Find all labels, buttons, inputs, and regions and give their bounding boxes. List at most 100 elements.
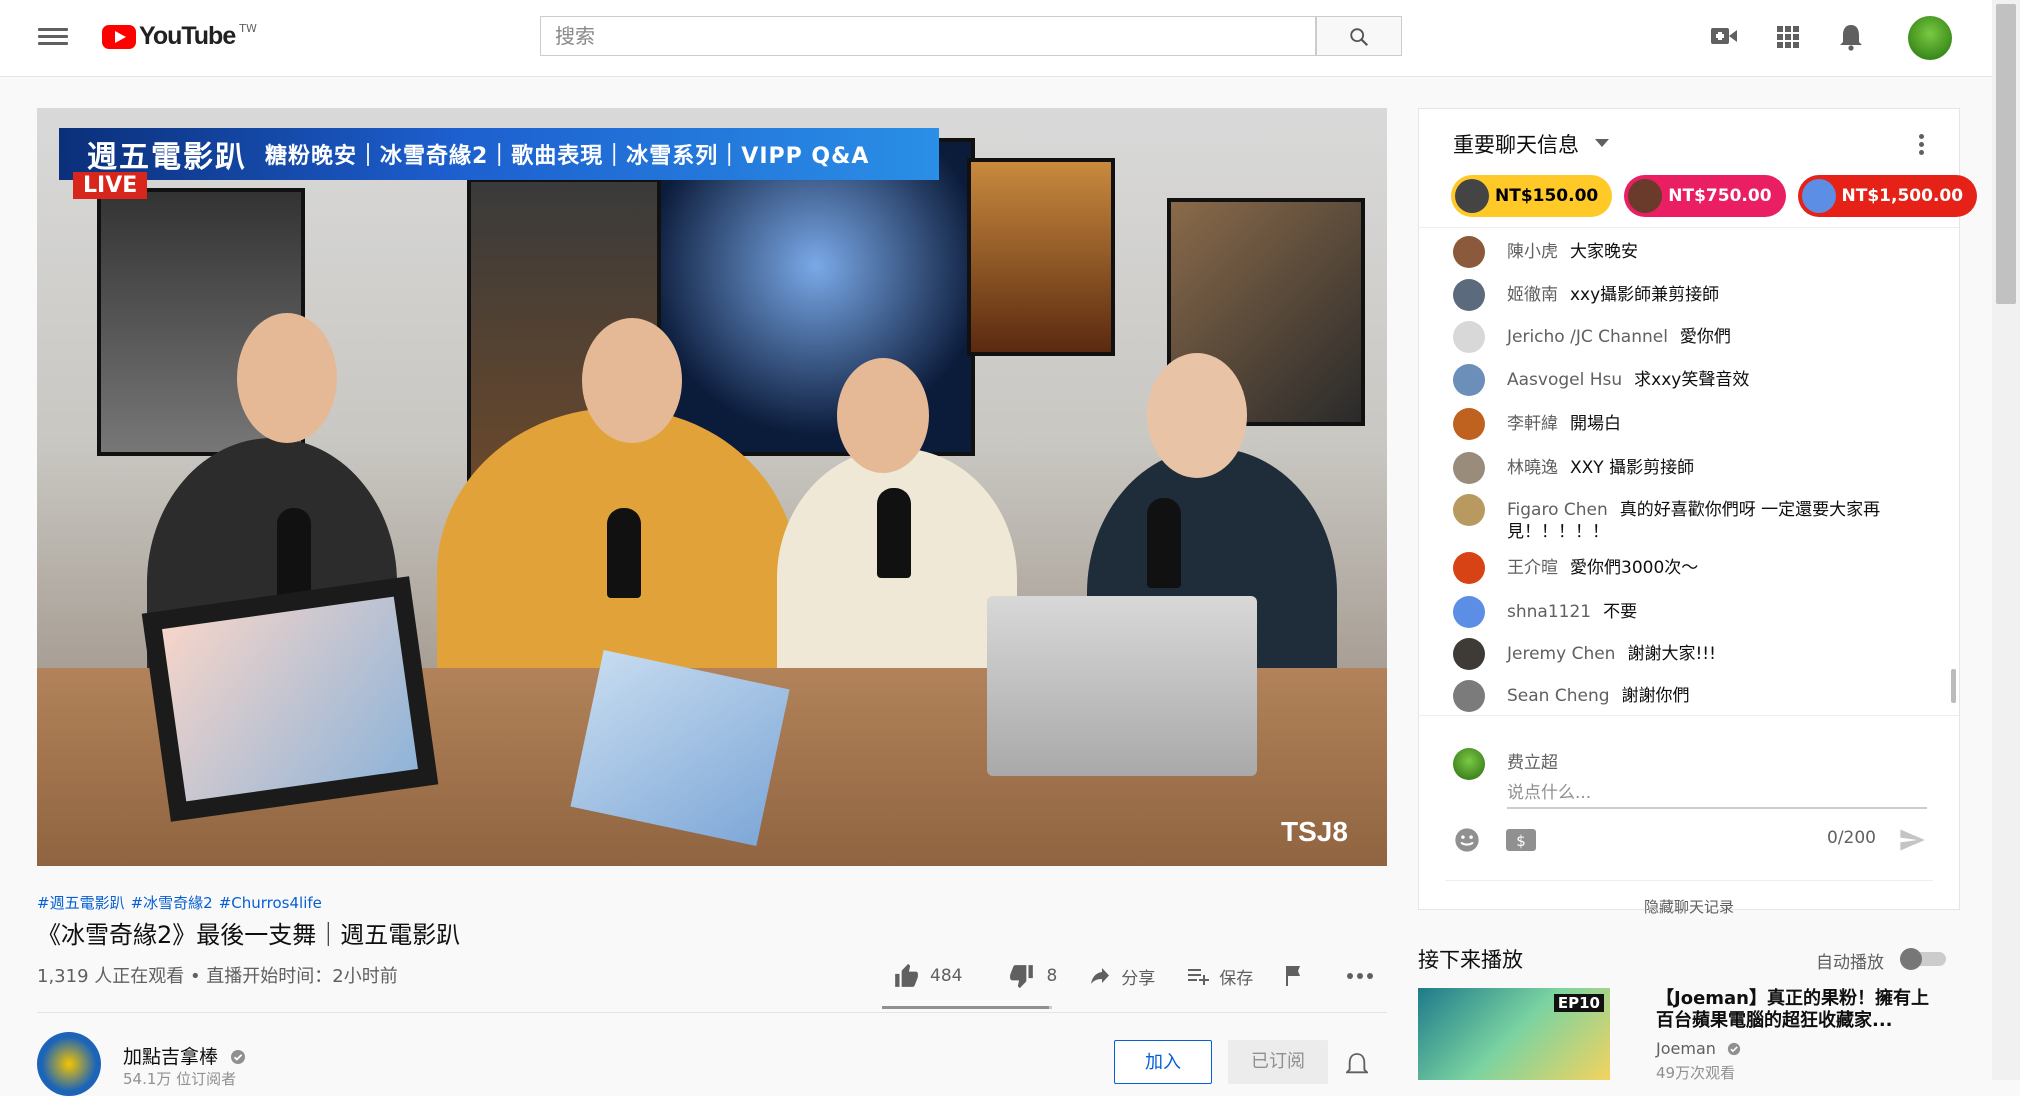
laptop <box>987 596 1257 776</box>
send-icon[interactable] <box>1897 826 1927 854</box>
emoji-icon[interactable] <box>1453 826 1481 854</box>
chat-author[interactable]: shna1121 <box>1507 602 1591 622</box>
wall-poster <box>967 158 1115 356</box>
my-avatar <box>1453 748 1485 780</box>
more-actions-icon[interactable] <box>1347 972 1374 980</box>
save-label: 保存 <box>1219 968 1254 989</box>
show-banner: 週五電影趴 糖粉晚安｜冰雪奇緣2｜歌曲表現｜冰雪系列｜VIPP Q&A <box>59 128 939 180</box>
channel-name[interactable]: 加點吉拿棒 <box>123 1042 246 1069</box>
avatar[interactable] <box>1453 638 1485 670</box>
thumbs-down-icon <box>1010 965 1034 989</box>
avatar <box>1628 179 1663 213</box>
avatar[interactable] <box>1453 279 1485 311</box>
chat-message: 姬徹南 xxy攝影師兼剪接師 <box>1453 279 1913 311</box>
video-player[interactable]: 週五電影趴 糖粉晚安｜冰雪奇緣2｜歌曲表現｜冰雪系列｜VIPP Q&A LIVE… <box>37 108 1387 866</box>
search-button[interactable] <box>1316 16 1402 56</box>
superchat-chip[interactable]: NT$1,500.00 <box>1797 175 1978 217</box>
chat-text: 謝謝你們 <box>1621 686 1690 706</box>
up-next-title[interactable]: 【Joeman】真正的果粉！擁有上百台蘋果電腦的超狂收藏家... <box>1656 988 1946 1032</box>
account-avatar[interactable] <box>1908 16 1952 60</box>
search-input[interactable]: 搜索 <box>540 16 1316 56</box>
create-video-icon[interactable] <box>1710 24 1738 48</box>
subscriber-count: 54.1万 位订阅者 <box>123 1070 237 1088</box>
region-label: TW <box>239 22 257 35</box>
hashtag-link[interactable]: #Churros4life <box>219 894 322 912</box>
action-bar: 484 8 分享 保存 <box>892 960 1374 992</box>
avatar[interactable] <box>1453 452 1485 484</box>
up-next-thumbnail[interactable]: EP10 <box>1418 988 1610 1080</box>
logo-text: YouTube <box>139 22 236 50</box>
chat-input[interactable]: 说点什么... <box>1507 778 1927 809</box>
up-next-channel[interactable]: Joeman <box>1656 1039 1741 1058</box>
page-scrollbar[interactable] <box>1996 4 2016 304</box>
join-button[interactable]: 加入 <box>1114 1040 1212 1084</box>
microphone <box>1147 498 1181 588</box>
chat-text: 愛你們 <box>1679 327 1731 347</box>
chat-author[interactable]: Aasvogel Hsu <box>1507 370 1622 390</box>
chat-author[interactable]: 李軒緯 <box>1507 414 1558 434</box>
more-options-icon[interactable] <box>1919 131 1924 158</box>
subscribed-button[interactable]: 已订阅 <box>1228 1040 1328 1084</box>
video-title: 《冰雪奇緣2》最後一支舞｜週五電影趴 <box>37 921 461 949</box>
superchat-chip[interactable]: NT$150.00 <box>1451 175 1613 217</box>
my-name: 费立超 <box>1507 753 1558 773</box>
hashtags: #週五電影趴 #冰雪奇緣2 #Churros4life <box>37 892 328 913</box>
video-meta: 1,319 人正在观看 • 直播开始时间：2小时前 <box>37 966 398 987</box>
channel-avatar[interactable] <box>37 1032 101 1096</box>
share-button[interactable]: 分享 <box>1087 964 1155 989</box>
flag-icon[interactable] <box>1283 964 1305 988</box>
chat-mode-title[interactable]: 重要聊天信息 <box>1453 129 1579 159</box>
hashtag-link[interactable]: #冰雪奇緣2 <box>131 894 213 912</box>
chat-message: Figaro Chen 真的好喜歡你們呀 一定還要大家再見！！！！！ <box>1453 494 1913 543</box>
chat-text: 求xxy笑聲音效 <box>1634 370 1750 390</box>
apps-icon[interactable] <box>1776 25 1800 49</box>
chevron-down-icon[interactable] <box>1595 139 1609 147</box>
avatar[interactable] <box>1453 494 1485 526</box>
avatar[interactable] <box>1453 364 1485 396</box>
save-button[interactable]: 保存 <box>1185 964 1253 989</box>
svg-text:$: $ <box>1516 832 1526 850</box>
chat-author[interactable]: Sean Cheng <box>1507 686 1610 706</box>
dislike-button[interactable]: 8 <box>1008 963 1057 989</box>
youtube-logo[interactable]: YouTube TW <box>102 22 257 51</box>
autoplay-label: 自动播放 <box>1816 953 1884 973</box>
playlist-add-icon <box>1188 969 1210 985</box>
episode-badge: EP10 <box>1553 994 1604 1012</box>
chat-message: Jericho /JC Channel 愛你們 <box>1453 321 1913 353</box>
hashtag-link[interactable]: #週五電影趴 <box>37 894 125 912</box>
chat-scrollbar[interactable] <box>1951 669 1956 703</box>
avatar[interactable] <box>1453 680 1485 712</box>
superchat-chip[interactable]: NT$750.00 <box>1624 175 1786 217</box>
notifications-icon[interactable] <box>1839 23 1863 51</box>
play-logo-icon <box>102 24 136 49</box>
super-chat-icon[interactable]: $ <box>1505 826 1537 854</box>
chat-author[interactable]: Jeremy Chen <box>1507 644 1615 664</box>
avatar[interactable] <box>1453 408 1485 440</box>
chat-author[interactable]: Jericho /JC Channel <box>1507 327 1668 347</box>
avatar[interactable] <box>1453 552 1485 584</box>
chat-author[interactable]: 姬徹南 <box>1507 285 1558 305</box>
up-next-heading: 接下来播放 <box>1418 948 1523 972</box>
chat-header: 重要聊天信息 <box>1419 109 1959 173</box>
chat-message: Jeremy Chen 謝謝大家!!! <box>1453 638 1913 670</box>
notification-bell-icon[interactable] <box>1346 1052 1368 1078</box>
menu-icon[interactable] <box>38 24 68 48</box>
like-button[interactable]: 484 <box>892 963 962 989</box>
avatar <box>1455 179 1489 213</box>
chat-author[interactable]: Figaro Chen <box>1507 500 1608 520</box>
chat-author[interactable]: 林曉逸 <box>1507 458 1558 478</box>
avatar[interactable] <box>1453 321 1485 353</box>
chat-message: 陳小虎 大家晚安 <box>1453 236 1913 268</box>
avatar[interactable] <box>1453 236 1485 268</box>
avatar[interactable] <box>1453 596 1485 628</box>
autoplay-toggle[interactable] <box>1900 948 1948 970</box>
watermark: TSJ8 <box>1281 816 1348 847</box>
chat-message: Sean Cheng 謝謝你們 <box>1453 680 1913 712</box>
hide-chat-button[interactable]: 隐藏聊天记录 <box>1419 896 1959 917</box>
host-1-head <box>237 313 337 443</box>
chat-author[interactable]: 陳小虎 <box>1507 242 1558 262</box>
verified-icon <box>231 1050 246 1064</box>
live-badge: LIVE <box>73 172 148 199</box>
verified-icon <box>1727 1042 1741 1056</box>
chat-author[interactable]: 王介暄 <box>1507 558 1558 578</box>
